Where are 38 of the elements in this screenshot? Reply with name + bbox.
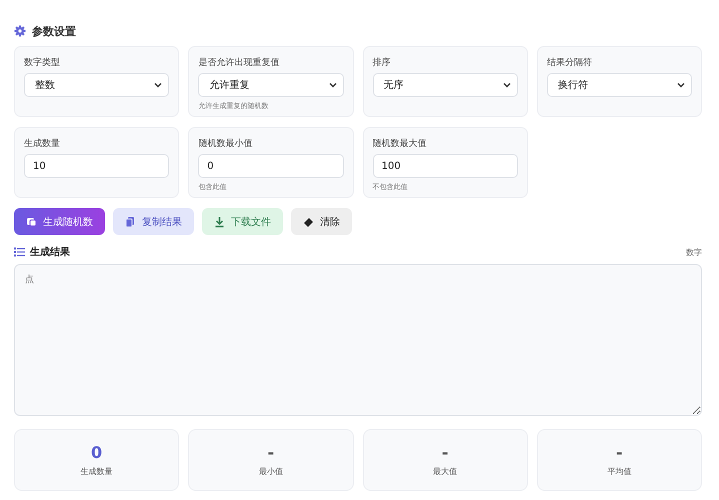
select-field[interactable]: 换行符 (546, 73, 692, 97)
chevron-icon (677, 82, 685, 88)
input-field[interactable]: 10 (24, 154, 170, 178)
select-field[interactable]: 无序 (372, 73, 518, 97)
field-label: 随机数最大值 (372, 138, 428, 150)
input-field[interactable]: 100 (372, 154, 518, 178)
stat-label: 平均值 (607, 466, 632, 476)
stat-label: 最大值 (433, 466, 458, 476)
field-label: 随机数最小值 (198, 138, 254, 150)
action-button[interactable]: 下载文件 (202, 208, 283, 235)
field-label: 结果分隔符 (546, 56, 593, 69)
copy-icon (125, 216, 136, 228)
section-title: 生成结果 (30, 246, 70, 259)
output-area[interactable]: 点 (14, 264, 702, 416)
gear-icon (14, 25, 26, 37)
stat-label: 最小值 (258, 466, 283, 476)
stat-value: - (268, 444, 274, 462)
field-label: 数字类型 (24, 56, 61, 69)
chevron-icon (328, 82, 336, 88)
chevron-icon (154, 82, 162, 88)
result-count: 数字 (686, 246, 702, 258)
stat-value: - (616, 444, 623, 462)
action-button[interactable]: 生成随机数 (14, 208, 105, 235)
field-label: 是否允许出现重复值 (198, 56, 280, 69)
select-field[interactable]: 整数 (24, 73, 170, 97)
select-field[interactable]: 允许重复 (198, 73, 344, 97)
field-label: 生成数量 (24, 138, 61, 150)
chevron-icon (502, 82, 511, 88)
field-label: 排序 (372, 56, 392, 69)
stat-label: 生成数量 (80, 466, 113, 476)
action-button[interactable]: 复制结果 (113, 208, 194, 235)
section-title: 参数设置 (32, 24, 76, 38)
list-icon (14, 247, 25, 257)
action-button[interactable]: 清除 (291, 208, 352, 235)
download-icon (214, 216, 225, 228)
input-field[interactable]: 0 (198, 154, 344, 178)
stat-value: - (442, 444, 448, 462)
stat-value: 0 (91, 444, 102, 462)
